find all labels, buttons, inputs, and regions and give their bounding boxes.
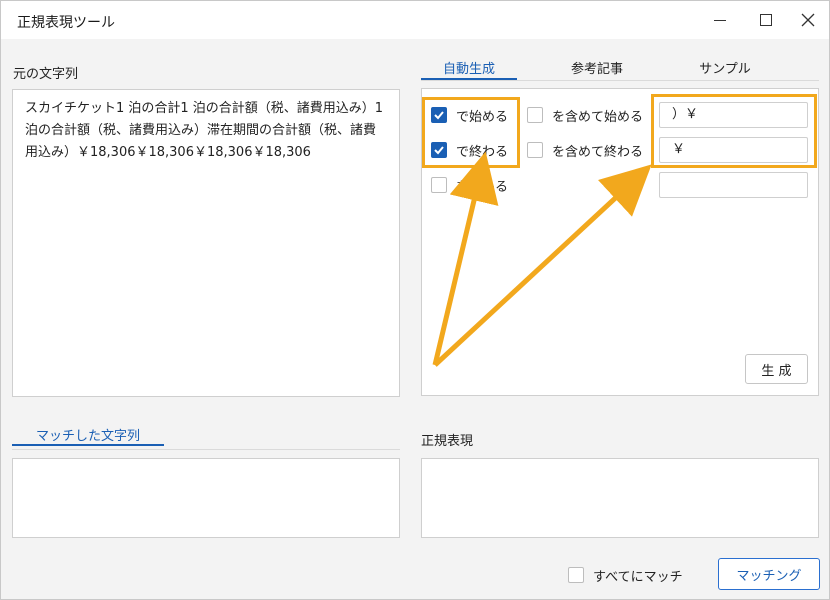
- contains-label: を含める: [456, 180, 509, 195]
- starts-value-input[interactable]: ）￥: [659, 102, 808, 128]
- window-title: 正規表現ツール: [17, 15, 115, 31]
- maximize-icon: [760, 14, 772, 26]
- contains-value-input[interactable]: [659, 172, 808, 198]
- match-all-label: すべてにマッチ: [593, 570, 683, 585]
- active-tab-indicator: [421, 78, 517, 80]
- tab-reference-articles[interactable]: 参考記事: [549, 58, 645, 77]
- check-icon: [434, 111, 444, 120]
- source-text-area[interactable]: スカイチケット1 泊の合計1 泊の合計額（税、諸費用込み）1 泊の合計額（税、諸…: [12, 89, 400, 397]
- ends-value-input[interactable]: ￥: [659, 137, 808, 163]
- source-text: スカイチケット1 泊の合計1 泊の合計額（税、諸費用込み）1 泊の合計額（税、諸…: [25, 101, 388, 160]
- auto-generate-panel: [421, 88, 819, 396]
- include-starts-checkbox[interactable]: [527, 107, 543, 123]
- starts-with-label: で始める: [456, 110, 509, 125]
- close-button[interactable]: [785, 1, 830, 39]
- include-ends-checkbox[interactable]: [527, 142, 543, 158]
- ends-with-label: で終わる: [456, 145, 509, 160]
- matched-strings-area[interactable]: [12, 458, 400, 538]
- matched-tab-indicator: [12, 444, 164, 446]
- title-bar: 正規表現ツール: [1, 1, 829, 39]
- minimize-icon: [714, 19, 726, 21]
- tab-matched-strings[interactable]: マッチした文字列: [12, 425, 164, 444]
- ends-with-checkbox[interactable]: [431, 142, 447, 158]
- starts-with-checkbox[interactable]: [431, 107, 447, 123]
- minimize-button[interactable]: [697, 1, 743, 39]
- regex-area[interactable]: [421, 458, 819, 538]
- maximize-button[interactable]: [743, 1, 789, 39]
- check-icon: [434, 146, 444, 155]
- close-icon: [801, 13, 815, 27]
- include-ends-label: を含めて終わる: [552, 145, 644, 160]
- source-label: 元の文字列: [13, 67, 79, 82]
- contains-checkbox[interactable]: [431, 177, 447, 193]
- tab-samples[interactable]: サンプル: [677, 58, 773, 77]
- matching-button[interactable]: マッチング: [718, 558, 820, 590]
- include-starts-label: を含めて始める: [552, 110, 644, 125]
- regex-label: 正規表現: [421, 434, 474, 449]
- app-window: 正規表現ツール 元の文字列 スカイチケット1 泊の合計1 泊の合計額（税、諸費用…: [0, 0, 830, 600]
- matched-divider: [12, 449, 400, 450]
- generate-button[interactable]: 生 成: [745, 354, 808, 384]
- match-all-checkbox[interactable]: [568, 567, 584, 583]
- tab-auto-generate[interactable]: 自動生成: [421, 58, 517, 77]
- tab-divider: [421, 80, 819, 81]
